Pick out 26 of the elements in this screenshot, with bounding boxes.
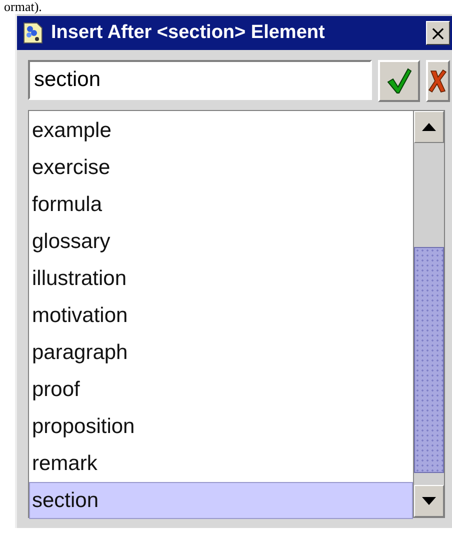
list-item[interactable]: motivation [29, 297, 413, 334]
list-item[interactable]: remark [29, 445, 413, 482]
scroll-thumb[interactable] [414, 247, 444, 473]
list-item[interactable]: example [29, 112, 413, 149]
ok-button[interactable] [378, 60, 420, 102]
scroll-up-button[interactable] [414, 111, 444, 143]
list-item[interactable]: glossary [29, 223, 413, 260]
down-arrow-icon [422, 497, 436, 505]
close-button[interactable]: × [426, 21, 450, 45]
list-item[interactable]: proof [29, 371, 413, 408]
list-item[interactable]: formula [29, 186, 413, 223]
window-title: Insert After <section> Element [51, 22, 326, 44]
list-item[interactable]: paragraph [29, 334, 413, 371]
scrollbar[interactable] [413, 111, 444, 517]
cancel-button[interactable] [426, 60, 450, 102]
element-name-field[interactable]: section [28, 60, 372, 100]
document-icon [21, 21, 45, 45]
list-item[interactable]: illustration [29, 260, 413, 297]
list-item[interactable]: exercise [29, 149, 413, 186]
checkmark-icon [386, 67, 412, 95]
cross-icon [428, 68, 448, 94]
up-arrow-icon [422, 123, 436, 131]
scroll-down-button[interactable] [414, 485, 444, 517]
list-item[interactable]: section [29, 482, 413, 519]
list-item[interactable]: proposition [29, 408, 413, 445]
document-text: ormat). [4, 0, 43, 14]
